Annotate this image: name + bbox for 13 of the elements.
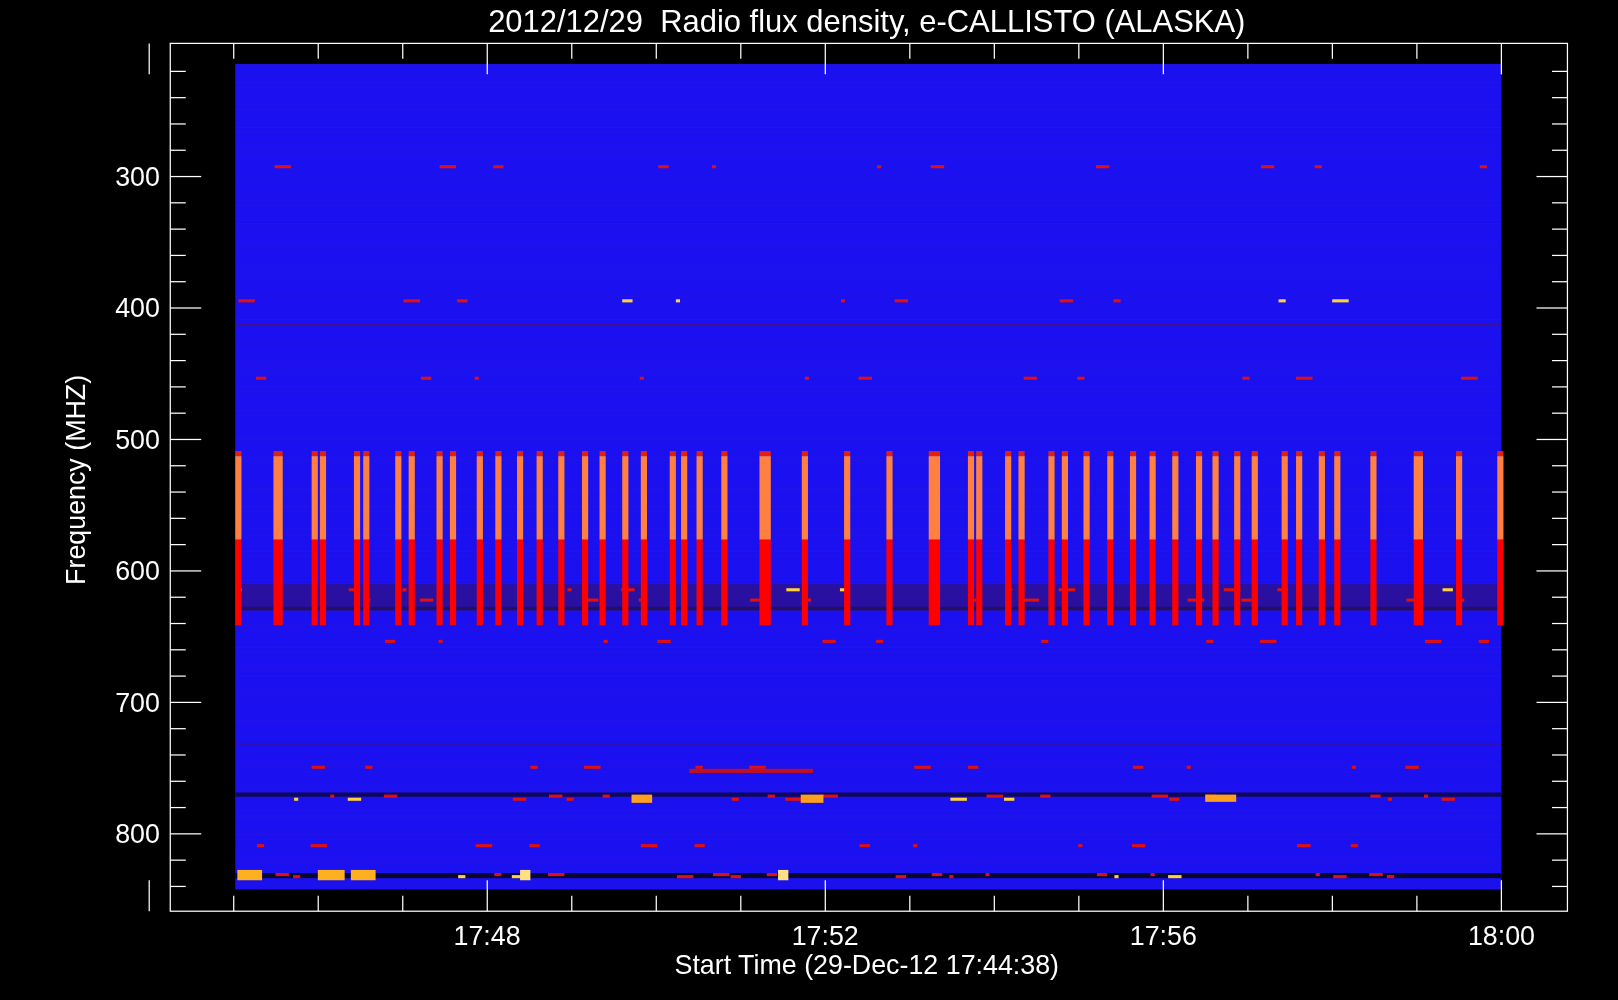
y-tick-label: 500 — [115, 424, 160, 455]
chart-title: 2012/12/29 Radio flux density, e-CALLISTO (ALASKA) — [488, 4, 1246, 40]
y-tick-label: 600 — [115, 556, 160, 587]
y-tick-label: 400 — [115, 293, 160, 324]
x-tick-label: 18:00 — [1467, 921, 1536, 952]
x-tick-label: 17:52 — [791, 921, 859, 952]
y-tick-label: 700 — [115, 687, 160, 718]
y-axis-label: Frequency (MHZ) — [60, 374, 91, 585]
x-tick-label: 17:48 — [453, 921, 521, 952]
y-tick-label: 300 — [115, 161, 160, 192]
y-tick-label: 800 — [115, 819, 160, 850]
x-tick-label: 17:56 — [1129, 921, 1197, 952]
x-axis-label: Start Time (29-Dec-12 17:44:38) — [674, 950, 1060, 981]
